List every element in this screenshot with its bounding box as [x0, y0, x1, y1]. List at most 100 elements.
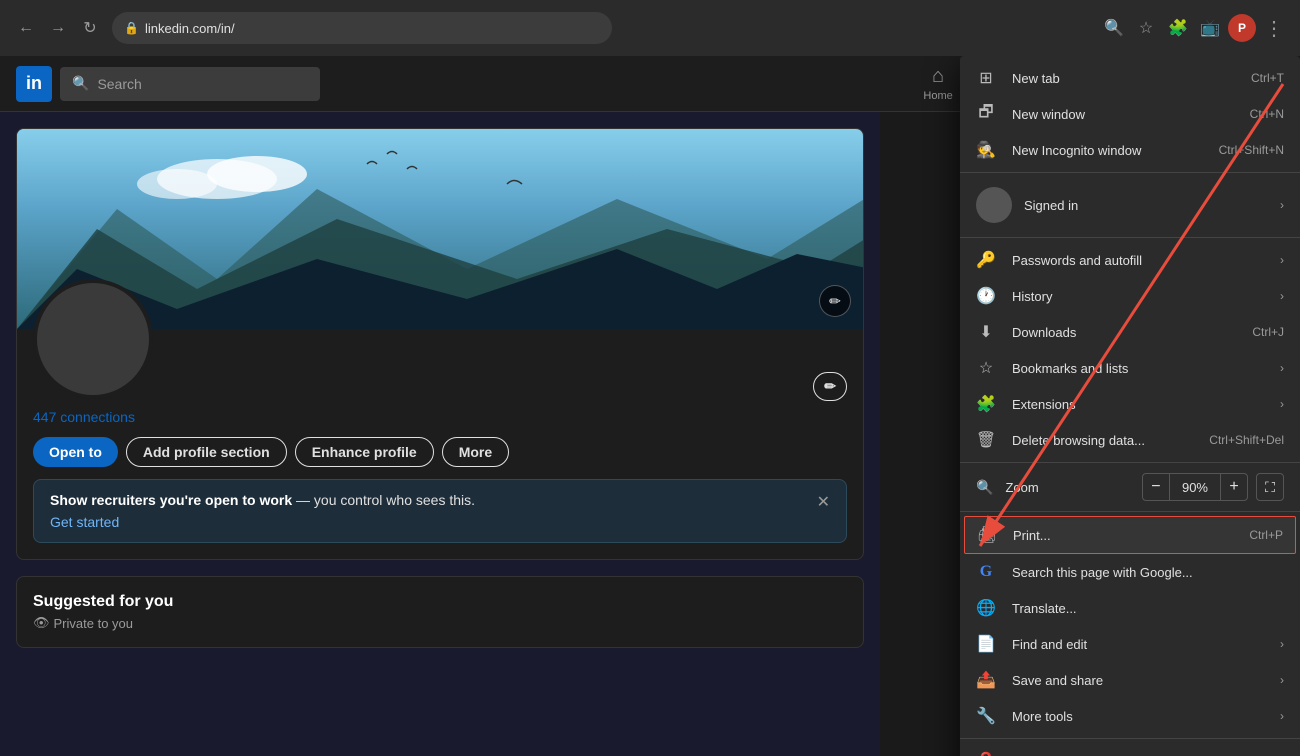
- find-edit-arrow: ›: [1280, 637, 1284, 651]
- new-window-icon: 🗗: [976, 104, 996, 124]
- downloads-shortcut: Ctrl+J: [1252, 325, 1284, 339]
- add-profile-section-button[interactable]: Add profile section: [126, 437, 287, 467]
- menu-new-window[interactable]: 🗗 New window Ctrl+N: [960, 96, 1300, 132]
- menu-passwords-label: Passwords and autofill: [1012, 253, 1264, 268]
- signed-in-item[interactable]: Signed in ›: [960, 177, 1300, 233]
- url-text: linkedin.com/in/: [145, 21, 235, 36]
- menu-more-tools-label: More tools: [1012, 709, 1264, 724]
- address-bar[interactable]: 🔒 linkedin.com/in/: [112, 12, 612, 44]
- edit-cover-button[interactable]: ✏: [819, 285, 851, 317]
- banner-text: Show recruiters you're open to work — yo…: [50, 492, 475, 508]
- zoom-icon: 🔍: [976, 479, 993, 496]
- reload-button[interactable]: ↻: [76, 14, 104, 42]
- get-started-link[interactable]: Get started: [50, 514, 475, 530]
- eye-icon: 👁: [33, 615, 50, 631]
- context-menu: ⊞ New tab Ctrl+T 🗗 New window Ctrl+N 🕵 N…: [960, 56, 1300, 756]
- menu-help[interactable]: ❓ Help ›: [960, 743, 1300, 756]
- banner-content: Show recruiters you're open to work — yo…: [50, 492, 475, 530]
- menu-section-settings: 🔑 Passwords and autofill › 🕐 History › ⬇…: [960, 237, 1300, 462]
- help-icon: ❓: [976, 751, 996, 756]
- delete-browsing-shortcut: Ctrl+Shift+Del: [1209, 433, 1284, 447]
- passwords-icon: 🔑: [976, 250, 996, 270]
- account-avatar: [976, 187, 1012, 223]
- menu-print[interactable]: 🖨 Print... Ctrl+P: [964, 516, 1296, 554]
- menu-section-zoom: 🔍 Zoom − 90% + ⛶: [960, 462, 1300, 511]
- menu-bookmarks-label: Bookmarks and lists: [1012, 361, 1264, 376]
- menu-new-window-label: New window: [1012, 107, 1234, 122]
- avatar: [33, 279, 153, 399]
- menu-section-page-tools: 🖨 Print... Ctrl+P G Search this page wit…: [960, 511, 1300, 738]
- zoom-control: 🔍 Zoom − 90% + ⛶: [960, 467, 1300, 507]
- toolbar-right: 🔍 ☆ 🧩 📺 P ⋮: [1100, 14, 1288, 42]
- menu-save-share[interactable]: 📤 Save and share ›: [960, 662, 1300, 698]
- open-to-button[interactable]: Open to: [33, 437, 118, 467]
- menu-search-google[interactable]: G Search this page with Google...: [960, 554, 1300, 590]
- new-tab-shortcut: Ctrl+T: [1251, 71, 1284, 85]
- signed-in-arrow: ›: [1280, 198, 1284, 212]
- signed-in-label: Signed in: [1024, 198, 1268, 213]
- menu-history[interactable]: 🕐 History ›: [960, 278, 1300, 314]
- edit-profile-button[interactable]: ✏: [813, 372, 847, 401]
- menu-downloads-label: Downloads: [1012, 325, 1236, 340]
- bookmark-button[interactable]: ☆: [1132, 14, 1160, 42]
- menu-more-tools[interactable]: 🔧 More tools ›: [960, 698, 1300, 734]
- menu-extensions-label: Extensions: [1012, 397, 1264, 412]
- passwords-arrow: ›: [1280, 253, 1284, 267]
- zoom-plus-button[interactable]: +: [1220, 473, 1248, 501]
- menu-downloads[interactable]: ⬇ Downloads Ctrl+J: [960, 314, 1300, 350]
- menu-translate[interactable]: 🌐 Translate...: [960, 590, 1300, 626]
- menu-print-label: Print...: [1013, 528, 1233, 543]
- menu-section-misc: ❓ Help › ⚙ Settings ⏻ Exit: [960, 738, 1300, 756]
- banner-rest-text: — you control who sees this.: [296, 492, 475, 508]
- zoom-minus-button[interactable]: −: [1142, 473, 1170, 501]
- profile-section: ✏ ✏ 447 connections Open to Add profile …: [0, 112, 880, 756]
- more-tools-arrow: ›: [1280, 709, 1284, 723]
- zoom-expand-button[interactable]: ⛶: [1256, 473, 1284, 501]
- menu-incognito-label: New Incognito window: [1012, 143, 1203, 158]
- menu-find-edit-label: Find and edit: [1012, 637, 1264, 652]
- menu-incognito[interactable]: 🕵 New Incognito window Ctrl+Shift+N: [960, 132, 1300, 168]
- avatar-wrapper: [33, 279, 153, 399]
- cast-button[interactable]: 📺: [1196, 14, 1224, 42]
- suggested-title: Suggested for you: [33, 593, 847, 611]
- more-tools-icon: 🔧: [976, 706, 996, 726]
- incognito-shortcut: Ctrl+Shift+N: [1219, 143, 1284, 157]
- nav-buttons: ← → ↻: [12, 14, 104, 42]
- forward-button[interactable]: →: [44, 14, 72, 42]
- enhance-profile-button[interactable]: Enhance profile: [295, 437, 434, 467]
- chrome-menu-button[interactable]: ⋮: [1260, 14, 1288, 42]
- menu-extensions[interactable]: 🧩 Extensions ›: [960, 386, 1300, 422]
- search-bar[interactable]: 🔍 Search: [60, 67, 320, 101]
- browser-chrome: ← → ↻ 🔒 linkedin.com/in/ 🔍 ☆ 🧩 📺 P ⋮: [0, 0, 1300, 56]
- close-banner-button[interactable]: ✕: [817, 492, 830, 512]
- menu-history-label: History: [1012, 289, 1264, 304]
- more-button[interactable]: More: [442, 437, 509, 467]
- search-icon: 🔍: [72, 75, 89, 92]
- bookmarks-arrow: ›: [1280, 361, 1284, 375]
- menu-new-tab[interactable]: ⊞ New tab Ctrl+T: [960, 60, 1300, 96]
- profile-button[interactable]: P: [1228, 14, 1256, 42]
- search-placeholder: Search: [97, 76, 141, 92]
- menu-save-share-label: Save and share: [1012, 673, 1264, 688]
- menu-bookmarks[interactable]: ☆ Bookmarks and lists ›: [960, 350, 1300, 386]
- menu-passwords[interactable]: 🔑 Passwords and autofill ›: [960, 242, 1300, 278]
- menu-search-google-label: Search this page with Google...: [1012, 565, 1284, 580]
- extensions-button[interactable]: 🧩: [1164, 14, 1192, 42]
- new-window-shortcut: Ctrl+N: [1250, 107, 1284, 121]
- print-icon: 🖨: [977, 525, 997, 545]
- history-arrow: ›: [1280, 289, 1284, 303]
- banner-bold-text: Show recruiters you're open to work: [50, 492, 292, 508]
- home-icon: ⌂: [932, 65, 944, 88]
- connections-count[interactable]: 447 connections: [33, 409, 847, 425]
- back-button[interactable]: ←: [12, 14, 40, 42]
- search-button[interactable]: 🔍: [1100, 14, 1128, 42]
- menu-delete-label: Delete browsing data...: [1012, 433, 1193, 448]
- incognito-icon: 🕵: [976, 140, 996, 160]
- menu-translate-label: Translate...: [1012, 601, 1284, 616]
- menu-find-edit[interactable]: 📄 Find and edit ›: [960, 626, 1300, 662]
- menu-delete-browsing[interactable]: 🗑 Delete browsing data... Ctrl+Shift+Del: [960, 422, 1300, 458]
- bookmarks-icon: ☆: [976, 358, 996, 378]
- save-share-arrow: ›: [1280, 673, 1284, 687]
- suggested-subtitle: 👁 Private to you: [33, 615, 847, 631]
- profile-info-area: ✏ 447 connections Open to Add profile se…: [17, 329, 863, 559]
